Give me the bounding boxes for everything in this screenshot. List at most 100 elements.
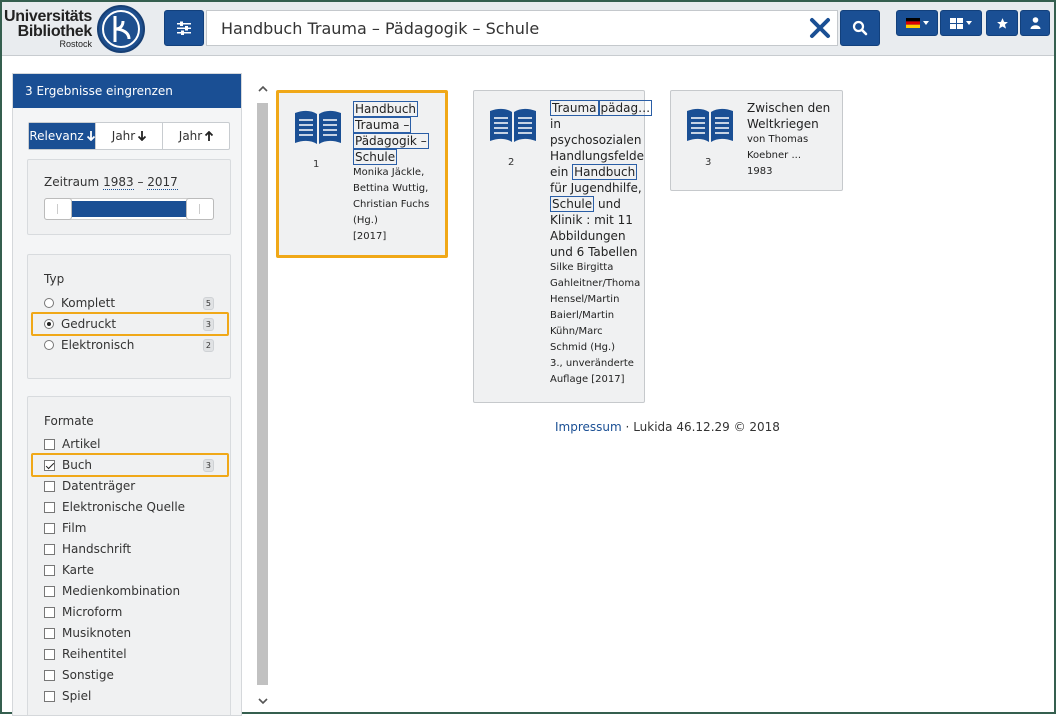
result-card-1[interactable]: 1 Handbuch Trauma – Pädagogik – Schule M…: [276, 90, 448, 258]
arrow-up-icon: [205, 131, 214, 141]
chevron-down-icon: [966, 21, 972, 25]
result-number: 3: [705, 157, 712, 168]
filter-sidebar: 3 Ergebnisse eingrenzen Relevanz Jahr Ja…: [12, 73, 242, 716]
type-option-elektronisch[interactable]: Elektronisch 2: [44, 335, 224, 355]
search-button[interactable]: [840, 10, 880, 46]
arrow-down-icon: [86, 131, 95, 141]
slider-max-handle[interactable]: [186, 198, 214, 220]
format-option-medienkombination[interactable]: Medienkombination: [44, 581, 224, 601]
result-card-3[interactable]: 3 Zwischen den Weltkriegen von Thomas Ko…: [670, 90, 843, 191]
clear-search-icon[interactable]: [809, 17, 831, 39]
result-number: 2: [508, 157, 515, 168]
date-range-slider[interactable]: [44, 198, 214, 220]
checkbox[interactable]: [44, 522, 55, 534]
format-filter-panel: Formate Artikel Buch 3 Datenträger Elektroni…: [27, 396, 231, 715]
result-title[interactable]: Zwischen den Weltkriegen: [747, 100, 837, 132]
checkbox-checked[interactable]: [44, 459, 55, 471]
result-year: Auflage [2017]: [550, 374, 625, 385]
chevron-down-icon: [922, 21, 929, 25]
checkbox[interactable]: [44, 648, 55, 660]
result-title[interactable]: Handbuch Trauma – Pädagogik – Schule: [353, 101, 443, 165]
impressum-link[interactable]: Impressum: [555, 420, 622, 434]
result-edition: 3., unveränderte: [550, 358, 634, 369]
format-option-elektronische-quelle[interactable]: Elektronische Quelle: [44, 497, 224, 517]
type-option-gedruckt[interactable]: Gedruckt 3: [31, 312, 229, 336]
count-badge: 3: [202, 318, 214, 331]
user-account-button[interactable]: [1020, 10, 1050, 36]
book-icon: [687, 108, 733, 142]
checkbox[interactable]: [44, 690, 55, 702]
results-filter-heading: 3 Ergebnisse eingrenzen: [13, 74, 241, 108]
view-mode-dropdown[interactable]: [940, 10, 982, 36]
radio-button[interactable]: [44, 340, 54, 350]
format-option-musiknoten[interactable]: Musiknoten: [44, 623, 224, 643]
selection-highlight: [31, 453, 229, 477]
checkbox[interactable]: [44, 606, 55, 618]
scroll-down-icon[interactable]: [256, 695, 269, 709]
search-icon: [852, 20, 868, 36]
format-option-sonstige[interactable]: Sonstige: [44, 665, 224, 685]
version-text: Lukida 46.12.29 © 2018: [633, 420, 780, 434]
result-year: 1983: [747, 166, 773, 177]
format-option-film[interactable]: Film: [44, 518, 224, 538]
format-filter-title: Formate: [44, 414, 94, 428]
result-card-2[interactable]: 2 Trauma pädag… in psychosozialen Handlun…: [473, 90, 653, 403]
radio-button-selected[interactable]: [44, 319, 54, 329]
star-icon: [996, 17, 1008, 29]
date-range-label: Zeitraum 1983 – 2017: [44, 175, 178, 190]
search-input[interactable]: [219, 11, 799, 45]
format-option-artikel[interactable]: Artikel: [44, 434, 224, 454]
scrollbar-thumb[interactable]: [257, 103, 268, 685]
scroll-up-icon[interactable]: [256, 83, 269, 97]
range-from-year[interactable]: 1983: [103, 175, 134, 190]
language-dropdown[interactable]: [896, 10, 938, 36]
slider-min-handle[interactable]: [44, 198, 72, 220]
format-option-karte[interactable]: Karte: [44, 560, 224, 580]
checkbox[interactable]: [44, 585, 55, 597]
result-authors: Monika Jäckle, Bettina Wuttig, Christian…: [353, 165, 443, 245]
german-flag-icon: [905, 18, 920, 28]
result-title[interactable]: Trauma pädag… in psychosozialen Handlungs…: [550, 100, 653, 260]
search-box: [206, 10, 838, 46]
logo-seal-icon: [97, 5, 145, 53]
slider-range-fill: [71, 201, 187, 217]
result-authors: von Thomas Koebner ... 1983: [747, 132, 837, 180]
radio-button[interactable]: [44, 298, 54, 308]
favorites-button[interactable]: [986, 10, 1018, 36]
library-logo[interactable]: Universitäts Bibliothek Rostock: [4, 5, 148, 53]
format-option-microform[interactable]: Microform: [44, 602, 224, 622]
checkbox[interactable]: [44, 480, 55, 492]
filter-toggle-button[interactable]: [164, 10, 204, 46]
checkbox[interactable]: [44, 438, 55, 450]
sort-button-group: Relevanz Jahr Jahr: [28, 122, 230, 150]
format-option-spiel[interactable]: Spiel: [44, 686, 224, 706]
checkbox[interactable]: [44, 543, 55, 555]
checkbox[interactable]: [44, 627, 55, 639]
format-option-buch[interactable]: Buch 3: [31, 453, 229, 477]
count-badge: 5: [202, 297, 214, 310]
result-details: Handbuch Trauma – Pädagogik – Schule Mon…: [353, 101, 443, 245]
sort-year-asc-button[interactable]: Jahr: [163, 123, 229, 149]
checkbox[interactable]: [44, 564, 55, 576]
user-icon: [1030, 17, 1040, 29]
page-footer: Impressum · Lukida 46.12.29 © 2018: [555, 420, 780, 434]
range-to-year[interactable]: 2017: [147, 175, 178, 190]
type-filter-title: Typ: [44, 272, 65, 286]
grid-icon: [950, 17, 963, 29]
result-details: Zwischen den Weltkriegen von Thomas Koeb…: [747, 100, 837, 180]
checkbox[interactable]: [44, 501, 55, 513]
checkbox[interactable]: [44, 669, 55, 681]
format-option-datenträger[interactable]: Datenträger: [44, 476, 224, 496]
result-number: 1: [313, 159, 320, 170]
result-authors: Silke Birgitta Gahleitner/Thoma Hensel/M…: [550, 260, 642, 388]
sidebar-scrollbar[interactable]: [256, 79, 269, 709]
sort-relevance-button[interactable]: Relevanz: [29, 123, 96, 149]
type-option-komplett[interactable]: Komplett 5: [44, 293, 224, 313]
format-option-reihentitel[interactable]: Reihentitel: [44, 644, 224, 664]
header-bar: Universitäts Bibliothek Rostock: [2, 2, 1054, 56]
format-option-handschrift[interactable]: Handschrift: [44, 539, 224, 559]
arrow-down-icon: [138, 131, 147, 141]
logo-text: Universitäts Bibliothek Rostock: [4, 8, 92, 50]
book-icon: [295, 110, 341, 144]
sort-year-desc-button[interactable]: Jahr: [96, 123, 163, 149]
